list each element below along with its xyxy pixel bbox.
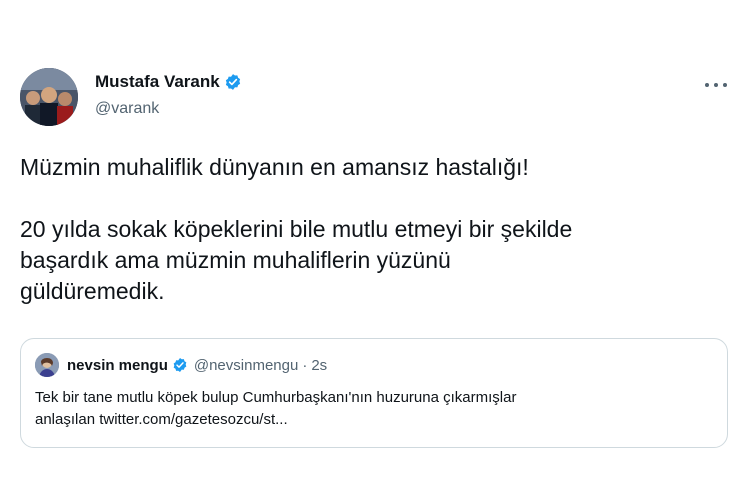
verified-badge-icon	[224, 73, 242, 91]
quoted-handle: @nevsinmengu	[193, 356, 299, 374]
author-avatar[interactable]	[20, 68, 78, 126]
author-name-row: Mustafa Varank	[95, 72, 242, 92]
tweet-text: Müzmin muhaliflik dünyanın en amansız ha…	[20, 152, 730, 307]
tweet-text-line: 20 yılda sokak köpeklerini bile mutlu et…	[20, 216, 573, 242]
verified-badge-icon	[172, 357, 188, 373]
author-display-name[interactable]: Mustafa Varank	[95, 72, 220, 92]
tweet: Mustafa Varank @varank Müzmin muhaliflik…	[0, 0, 750, 500]
tweet-text-line: Müzmin muhaliflik dünyanın en amansız ha…	[20, 154, 529, 180]
quoted-text-line: anlaşılan twitter.com/gazetesozcu/st...	[35, 411, 288, 428]
tweet-text-line: başardık ama müzmin muhaliflerin yüzünü	[20, 247, 451, 273]
quoted-tweet[interactable]: nevsin mengu @nevsinmengu · 2s Tek bir t…	[20, 338, 728, 448]
more-options-icon[interactable]	[705, 80, 727, 90]
quoted-timestamp: 2s	[311, 356, 328, 374]
quoted-display-name: nevsin mengu	[67, 356, 168, 374]
tweet-text-line: güldüremedik.	[20, 278, 165, 304]
author-handle[interactable]: @varank	[95, 100, 159, 118]
quoted-tweet-text: Tek bir tane mutlu köpek bulup Cumhurbaş…	[35, 387, 715, 431]
quoted-author-avatar	[35, 353, 59, 377]
separator-dot: ·	[302, 356, 308, 374]
quoted-text-line: Tek bir tane mutlu köpek bulup Cumhurbaş…	[35, 389, 517, 406]
quoted-tweet-header: nevsin mengu @nevsinmengu · 2s	[35, 353, 327, 377]
